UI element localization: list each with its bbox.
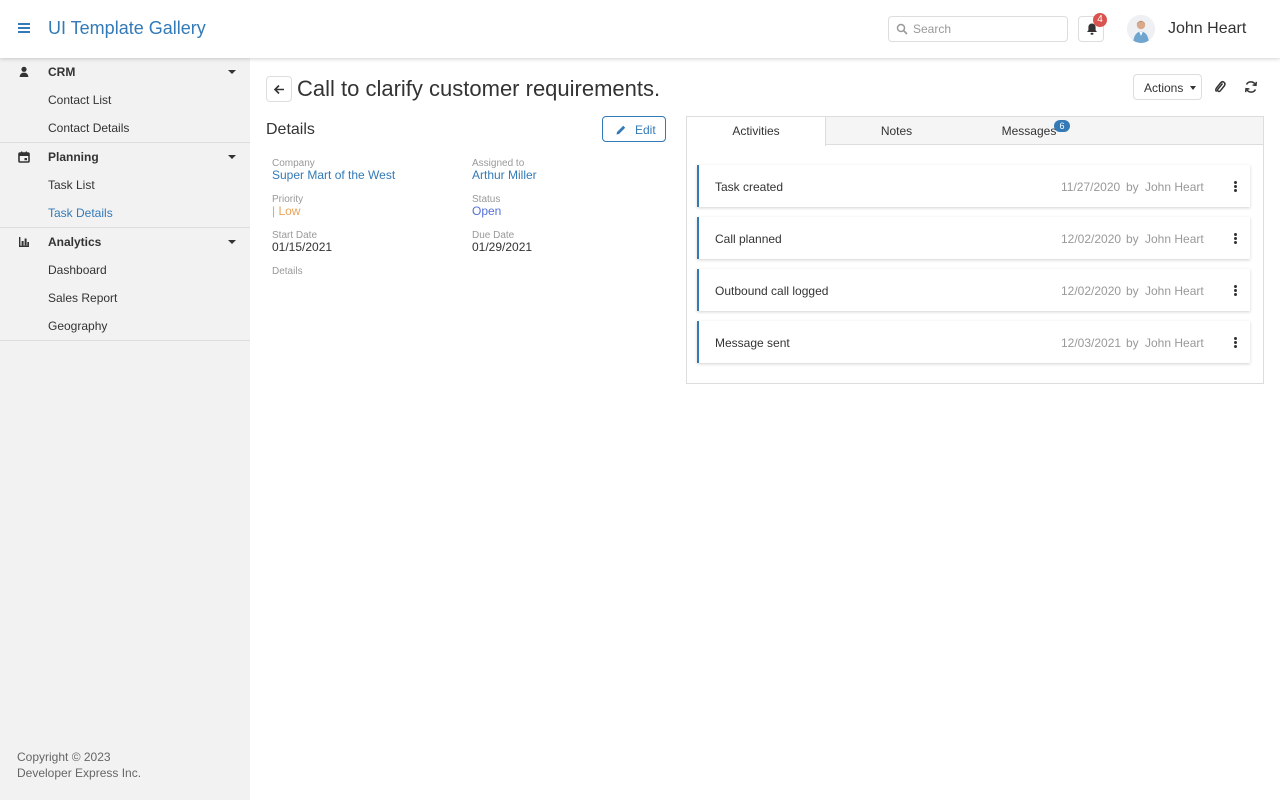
field-status: Status Open — [472, 194, 662, 218]
more-vert-icon[interactable] — [1227, 178, 1243, 194]
sidebar-item-contact-details[interactable]: Contact Details — [0, 114, 250, 142]
due-date-value: 01/29/2021 — [472, 240, 533, 254]
nav-group-analytics: Analytics Dashboard Sales Report Geograp… — [0, 228, 250, 341]
sidebar-item-dashboard[interactable]: Dashboard — [0, 256, 250, 284]
nav-group-header-planning[interactable]: Planning — [0, 143, 250, 171]
tab-activities[interactable]: Activities — [687, 117, 826, 146]
more-vert-icon[interactable] — [1227, 230, 1243, 246]
avatar[interactable] — [1127, 15, 1155, 43]
sidebar-item-geography[interactable]: Geography — [0, 312, 250, 340]
refresh-icon[interactable] — [1243, 79, 1259, 95]
activity-by: by — [1126, 232, 1139, 246]
attach-icon[interactable] — [1212, 79, 1228, 95]
activity-by: by — [1126, 180, 1139, 194]
field-due-date: Due Date 01/29/2021 — [472, 230, 662, 254]
tab-messages[interactable]: Messages — [959, 117, 1099, 145]
page-title: Call to clarify customer requirements. — [297, 76, 661, 101]
chevron-down-icon — [228, 155, 236, 159]
field-start-date: Start Date 01/15/2021 — [272, 230, 462, 254]
activity-item: Message sent 12/03/2021 by John Heart — [697, 321, 1250, 363]
activity-user: John Heart — [1145, 336, 1204, 350]
search-icon — [896, 23, 908, 35]
actions-dropdown[interactable]: Actions — [1133, 74, 1202, 100]
back-button[interactable] — [266, 76, 292, 102]
start-date-value: 01/15/2021 — [272, 240, 333, 254]
activity-date: 12/02/2020 — [1061, 232, 1122, 246]
activity-user: John Heart — [1145, 284, 1204, 298]
activity-by: by — [1126, 336, 1139, 350]
company-name: Developer Express Inc. — [17, 766, 142, 780]
more-vert-icon[interactable] — [1227, 334, 1243, 350]
chevron-down-icon — [1190, 86, 1196, 90]
activity-user: John Heart — [1145, 180, 1204, 194]
arrow-left-icon — [273, 84, 284, 95]
nav-group-planning: Planning Task List Task Details — [0, 143, 250, 228]
nav-group-header-crm[interactable]: CRM — [0, 58, 250, 86]
field-details: Details — [272, 266, 462, 277]
activity-date: 12/03/2021 — [1061, 336, 1122, 350]
copyright-line: Copyright © 2023 — [17, 750, 111, 764]
search-input[interactable] — [913, 20, 1063, 38]
edit-button[interactable]: Edit — [602, 116, 666, 142]
user-name[interactable]: John Heart — [1168, 20, 1246, 38]
activity-name: Outbound call logged — [715, 284, 829, 298]
assigned-to-link[interactable]: Arthur Miller — [472, 169, 662, 182]
field-assigned-to: Assigned to Arthur Miller — [472, 158, 662, 182]
user-icon — [19, 66, 29, 77]
activity-name: Task created — [715, 180, 784, 194]
menu-icon[interactable] — [14, 19, 34, 39]
activity-item: Task created 11/27/2020 by John Heart — [697, 165, 1250, 207]
nav-group-label: CRM — [48, 65, 76, 79]
sidebar: CRM Contact List Contact Details Plannin… — [0, 58, 250, 800]
activity-name: Call planned — [715, 232, 782, 246]
copyright: Copyright © 2023 Developer Express Inc. — [17, 749, 141, 781]
field-company: Company Super Mart of the West — [272, 158, 462, 182]
activity-item: Outbound call logged 12/02/2020 by John … — [697, 269, 1250, 311]
field-priority: Priority | Low — [272, 194, 462, 218]
nav-group-crm: CRM Contact List Contact Details — [0, 58, 250, 143]
activity-name: Message sent — [715, 336, 790, 350]
tab-bar: Activities Notes Messages 6 — [687, 117, 1263, 146]
sidebar-item-sales-report[interactable]: Sales Report — [0, 284, 250, 312]
chevron-down-icon — [228, 240, 236, 244]
tab-notes[interactable]: Notes — [827, 117, 966, 145]
calendar-icon — [18, 151, 30, 163]
activity-date: 12/02/2020 — [1061, 284, 1122, 298]
field-label: Priority — [272, 194, 304, 205]
activity-panel: Activities Notes Messages 6 Task created… — [686, 116, 1264, 384]
activity-item: Call planned 12/02/2020 by John Heart — [697, 217, 1250, 259]
sidebar-item-task-details[interactable]: Task Details — [0, 199, 250, 227]
main-content: Call to clarify customer requirements. A… — [250, 58, 1280, 800]
more-vert-icon[interactable] — [1227, 282, 1243, 298]
sidebar-item-task-list[interactable]: Task List — [0, 171, 250, 199]
app-title: UI Template Gallery — [48, 18, 206, 38]
notifications-badge: 4 — [1093, 13, 1107, 27]
user-photo-icon — [1127, 15, 1155, 43]
search-box[interactable] — [888, 16, 1068, 42]
priority-value: | Low — [272, 204, 301, 218]
nav-group-header-analytics[interactable]: Analytics — [0, 228, 250, 256]
messages-badge: 6 — [1054, 120, 1070, 132]
chart-icon — [19, 237, 29, 247]
activity-by: by — [1126, 284, 1139, 298]
app-header: UI Template Gallery 4 John Heart — [0, 0, 1280, 58]
activity-date: 11/27/2020 — [1061, 180, 1121, 194]
company-link[interactable]: Super Mart of the West — [272, 169, 462, 182]
edit-label: Edit — [635, 123, 656, 137]
activity-user: John Heart — [1145, 232, 1204, 246]
nav-group-label: Analytics — [48, 235, 102, 249]
details-title: Details — [266, 121, 315, 138]
sidebar-item-contact-list[interactable]: Contact List — [0, 86, 250, 114]
nav-group-label: Planning — [48, 150, 99, 164]
chevron-down-icon — [228, 70, 236, 74]
actions-label: Actions — [1144, 81, 1184, 95]
field-label: Details — [272, 266, 303, 277]
status-value: Open — [472, 204, 502, 218]
pencil-icon — [616, 125, 626, 135]
